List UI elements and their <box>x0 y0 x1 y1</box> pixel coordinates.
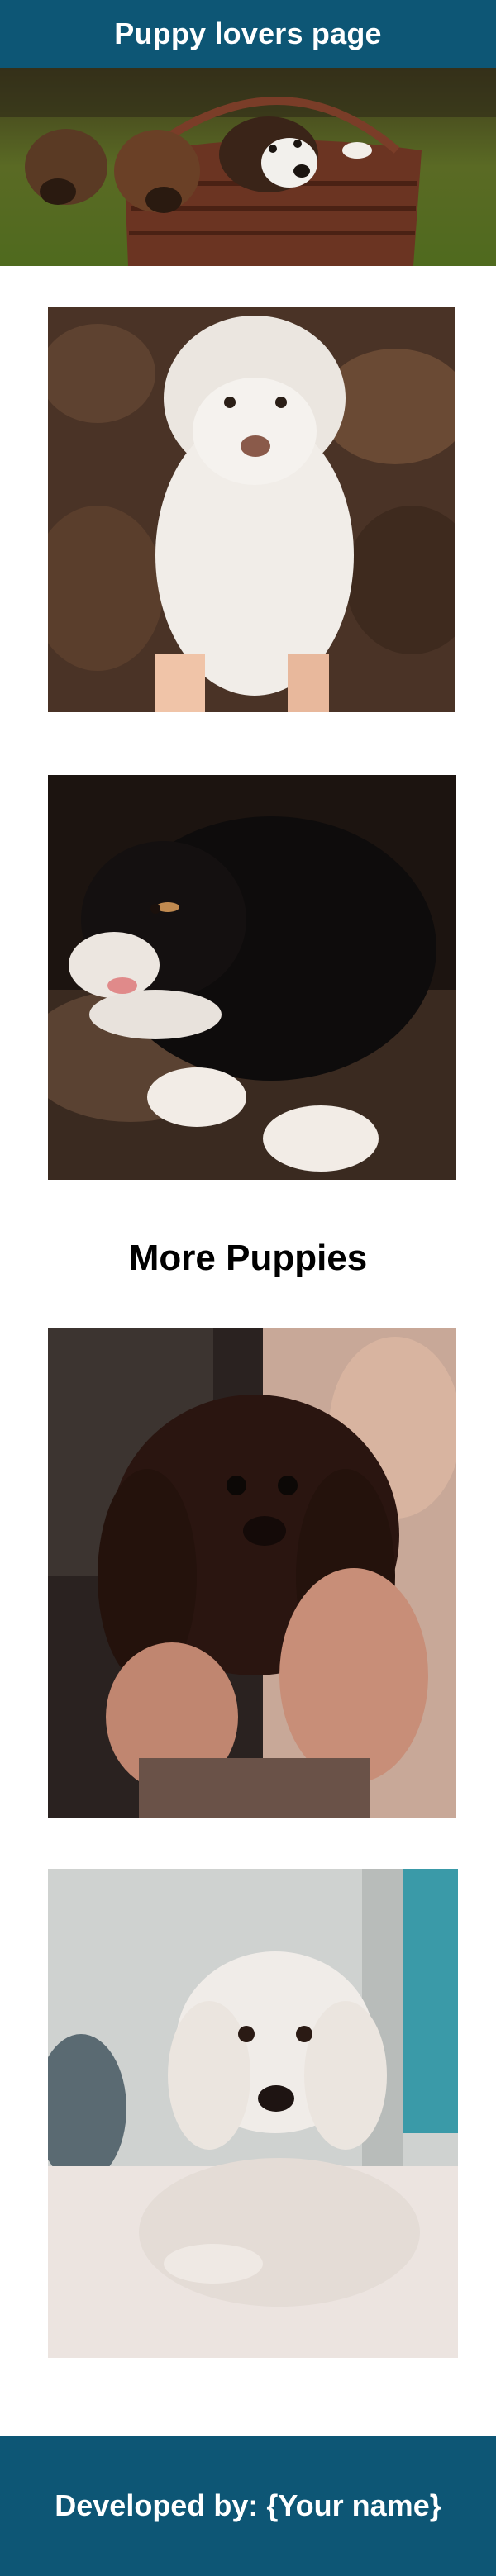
white-poodle-image <box>48 1869 458 2358</box>
page-title: Puppy lovers page <box>114 17 382 50</box>
section-title: More Puppies <box>128 1238 368 1278</box>
black-puppy-image <box>48 775 456 1180</box>
brown-puppy-image <box>48 1328 456 1818</box>
white-puppy-image <box>48 307 455 712</box>
page-header: Puppy lovers page <box>0 0 496 68</box>
page-footer: Developed by: {Your name} <box>0 2436 496 2576</box>
footer-credit: Developed by: {Your name} <box>55 2488 441 2522</box>
hero-puppies-basket-image <box>0 68 496 266</box>
